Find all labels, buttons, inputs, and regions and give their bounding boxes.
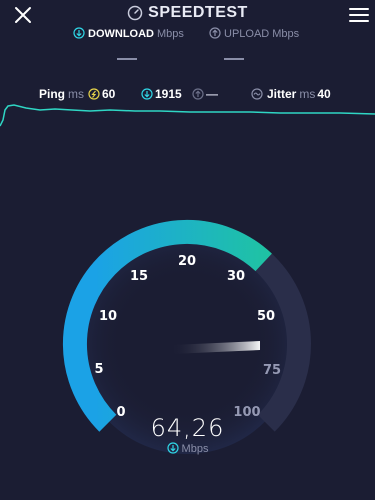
scale-label-5: 5	[94, 362, 103, 377]
mode-tabs: DOWNLOAD Mbps UPLOAD Mbps	[0, 27, 375, 67]
tab-download-unit: Mbps	[157, 28, 184, 40]
scale-label-30: 30	[227, 269, 245, 284]
scale-label-20: 20	[178, 254, 196, 269]
download-arrow-icon	[166, 442, 179, 454]
top-bar: SPEEDTEST	[0, 0, 375, 28]
scale-label-75: 75	[263, 363, 281, 378]
upload-arrow-icon	[209, 27, 221, 39]
scale-label-10: 10	[99, 309, 117, 324]
upload-placeholder-dash	[224, 58, 244, 60]
speed-readout: 64,26	[0, 414, 375, 442]
speedometer-icon	[127, 5, 143, 21]
download-placeholder-dash	[117, 58, 137, 60]
scale-label-50: 50	[257, 309, 275, 324]
tab-download-label: DOWNLOAD	[88, 28, 154, 40]
menu-icon[interactable]	[349, 6, 369, 24]
current-speed-unit: Mbps	[181, 443, 209, 455]
app-header: SPEEDTEST	[0, 4, 375, 22]
scale-label-15: 15	[130, 269, 148, 284]
speed-history-line	[0, 104, 375, 127]
speed-history-graph	[0, 104, 375, 127]
download-arrow-icon	[73, 27, 85, 39]
speed-unit-row: Mbps	[0, 442, 375, 455]
current-speed-value: 64,26	[150, 414, 225, 442]
tab-upload[interactable]: UPLOAD Mbps	[209, 27, 300, 60]
app-title: SPEEDTEST	[148, 4, 248, 21]
tab-download[interactable]: DOWNLOAD Mbps	[73, 27, 184, 60]
tab-upload-label: UPLOAD	[224, 28, 270, 40]
tab-upload-unit: Mbps	[272, 28, 300, 40]
